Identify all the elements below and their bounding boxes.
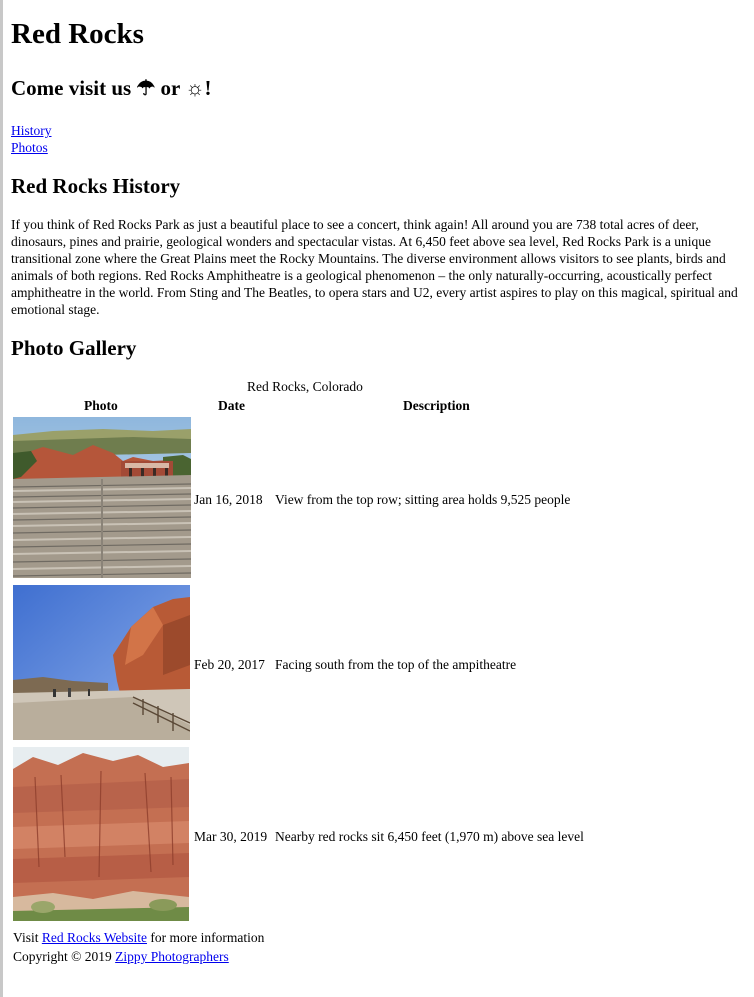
visit-suffix: for more information [146, 930, 265, 945]
red-rocks-website-link[interactable]: Red Rocks Website [42, 930, 147, 945]
column-header-date: Date [218, 398, 245, 413]
history-heading: Red Rocks History [11, 174, 181, 198]
red-rocks-closeup-photo [13, 747, 189, 921]
nav-link-history[interactable]: History [11, 122, 52, 139]
visit-prefix: Visit [13, 930, 42, 945]
table-caption: Red Rocks, Colorado [247, 379, 363, 394]
nav-link-photos[interactable]: Photos [11, 139, 52, 156]
photo-date: Jan 16, 2018 [194, 492, 263, 507]
zippy-photographers-link[interactable]: Zippy Photographers [115, 949, 229, 964]
page-footer: Visit Red Rocks Website for more informa… [13, 928, 264, 966]
column-header-photo: Photo [84, 398, 118, 413]
photo-description: Facing south from the top of the ampithe… [275, 657, 517, 672]
page-subtitle: Come visit us ☂ or ☼! [11, 73, 211, 103]
amphitheatre-top-row-photo [13, 417, 191, 578]
photo-description: View from the top row; sitting area hold… [275, 492, 571, 507]
umbrella-icon: ☂ [136, 76, 156, 100]
visit-line: Visit Red Rocks Website for more informa… [13, 928, 264, 947]
gallery-heading: Photo Gallery [11, 336, 137, 360]
nav-links: History Photos [11, 122, 52, 156]
page-title: Red Rocks [11, 18, 144, 50]
copyright-prefix: Copyright © 2019 [13, 949, 116, 964]
photo-date: Feb 20, 2017 [194, 657, 265, 672]
subtitle-text-mid: or [155, 76, 186, 100]
column-header-description: Description [403, 398, 470, 413]
copyright-line: Copyright © 2019 Zippy Photographers [13, 947, 264, 966]
window-left-edge [0, 0, 3, 997]
ampitheatre-facing-south-photo [13, 585, 190, 740]
photo-date: Mar 30, 2019 [194, 829, 268, 844]
photo-description: Nearby red rocks sit 6,450 feet (1,970 m… [275, 829, 584, 844]
subtitle-text-prefix: Come visit us [11, 76, 137, 100]
sun-icon: ☼ [185, 76, 205, 100]
history-paragraph: If you think of Red Rocks Park as just a… [11, 217, 738, 317]
subtitle-text-suffix: ! [204, 76, 212, 100]
